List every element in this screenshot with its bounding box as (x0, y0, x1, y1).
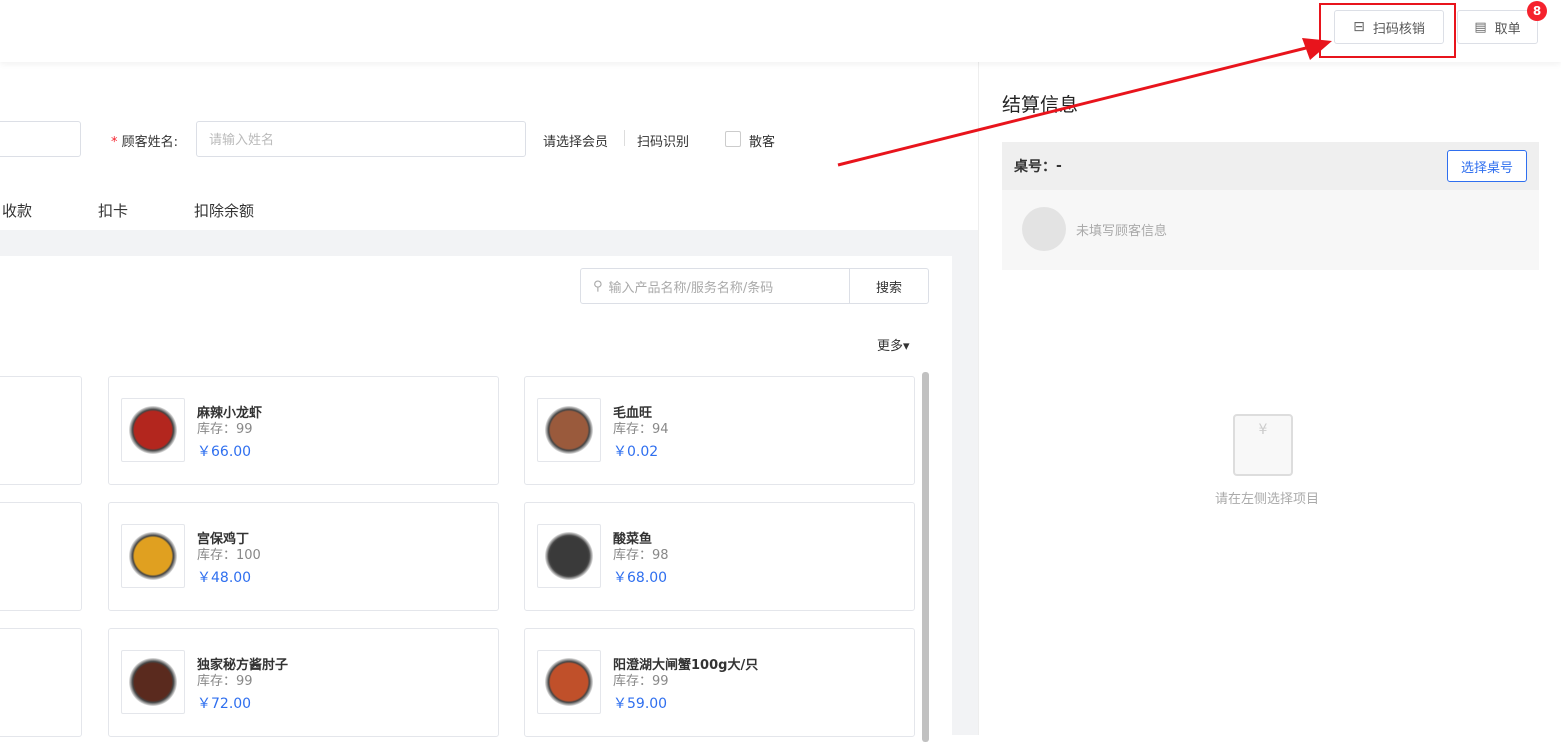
take-order-label: 取单 (1494, 21, 1521, 37)
product-stock: 库存：100 (197, 548, 261, 563)
order-count-badge: 8 (1527, 1, 1547, 21)
product-price: ￥72.00 (197, 696, 252, 712)
search-button[interactable]: 搜索 (849, 268, 929, 304)
scrollbar[interactable] (922, 372, 929, 742)
partial-input[interactable] (0, 121, 81, 157)
scan-identify-link[interactable]: 扫码识别 (637, 131, 689, 150)
product-panel: ⚲ 输入产品名称/服务名称/条码 搜索 更多▾ 麻辣小龙虾 库存：99 ￥66.… (0, 256, 952, 742)
product-card[interactable]: 阳澄湖大闸蟹100g大/只 库存：99 ￥59.00 (524, 628, 915, 737)
top-bar: ⊟ 扫码核销 ▤ 取单 8 (0, 0, 1561, 62)
no-customer-text: 未填写顾客信息 (1076, 224, 1168, 239)
more-dropdown[interactable]: 更多▾ (877, 335, 910, 354)
order-icon: ▤ (1474, 19, 1487, 35)
product-card-partial[interactable] (0, 376, 82, 485)
product-stock: 库存：99 (197, 674, 253, 689)
order-area: * 顾客姓名: 请选择会员 扫码识别 散客 收款 扣卡 扣除余额 ⚲ 输入产品名… (0, 62, 978, 742)
product-image (537, 524, 601, 588)
product-price: ￥0.02 (613, 444, 659, 460)
settlement-panel: 结算信息 桌号： - 选择桌号 未填写顾客信息 ¥ 请在左侧选择项目 (978, 62, 1561, 735)
select-table-button[interactable]: 选择桌号 (1447, 150, 1527, 182)
search-icon: ⚲ (593, 278, 603, 294)
walk-in-label: 散客 (749, 135, 776, 150)
product-card[interactable]: 酸菜鱼 库存：98 ￥68.00 (524, 502, 915, 611)
empty-receipt-icon: ¥ (1233, 414, 1293, 476)
product-stock: 库存：99 (197, 422, 253, 437)
product-price: ￥68.00 (613, 570, 668, 586)
product-search-input[interactable]: ⚲ 输入产品名称/服务名称/条码 (580, 268, 850, 304)
product-stock: 库存：94 (613, 422, 669, 437)
walk-in-checkbox[interactable] (725, 131, 741, 147)
product-image (121, 398, 185, 462)
take-order-button[interactable]: ▤ 取单 (1457, 10, 1538, 44)
scan-verify-button[interactable]: ⊟ 扫码核销 (1334, 10, 1444, 44)
table-info-box: 桌号： - 选择桌号 未填写顾客信息 (1002, 142, 1539, 270)
caret-down-icon: ▾ (903, 339, 910, 354)
empty-hint: 请在左侧选择项目 (1215, 492, 1320, 507)
product-card[interactable]: 宫保鸡丁 库存：100 ￥48.00 (108, 502, 499, 611)
divider (624, 130, 625, 146)
tab-deduct-card[interactable]: 扣卡 (98, 200, 128, 221)
product-price: ￥59.00 (613, 696, 668, 712)
product-card[interactable]: 独家秘方酱肘子 库存：99 ￥72.00 (108, 628, 499, 737)
customer-name-input[interactable] (196, 121, 526, 157)
product-image (121, 524, 185, 588)
product-card-partial[interactable] (0, 628, 82, 737)
product-image (537, 398, 601, 462)
product-card[interactable]: 毛血旺 库存：94 ￥0.02 (524, 376, 915, 485)
product-card[interactable]: 麻辣小龙虾 库存：99 ￥66.00 (108, 376, 499, 485)
tab-deduct-balance[interactable]: 扣除余额 (194, 200, 254, 221)
settlement-title: 结算信息 (1002, 94, 1079, 116)
product-image (537, 650, 601, 714)
product-stock: 库存：99 (613, 674, 669, 689)
search-placeholder: 输入产品名称/服务名称/条码 (608, 280, 774, 296)
product-image (121, 650, 185, 714)
tab-collect[interactable]: 收款 (2, 200, 32, 221)
select-member-link[interactable]: 请选择会员 (543, 131, 608, 150)
customer-name-label: * 顾客姓名: (111, 135, 179, 150)
scan-verify-label: 扫码核销 (1372, 21, 1425, 37)
product-price: ￥66.00 (197, 444, 252, 460)
avatar-icon (1022, 207, 1066, 251)
product-card-partial[interactable] (0, 502, 82, 611)
product-stock: 库存：98 (613, 548, 669, 563)
scan-icon: ⊟ (1353, 19, 1365, 35)
product-price: ￥48.00 (197, 570, 252, 586)
